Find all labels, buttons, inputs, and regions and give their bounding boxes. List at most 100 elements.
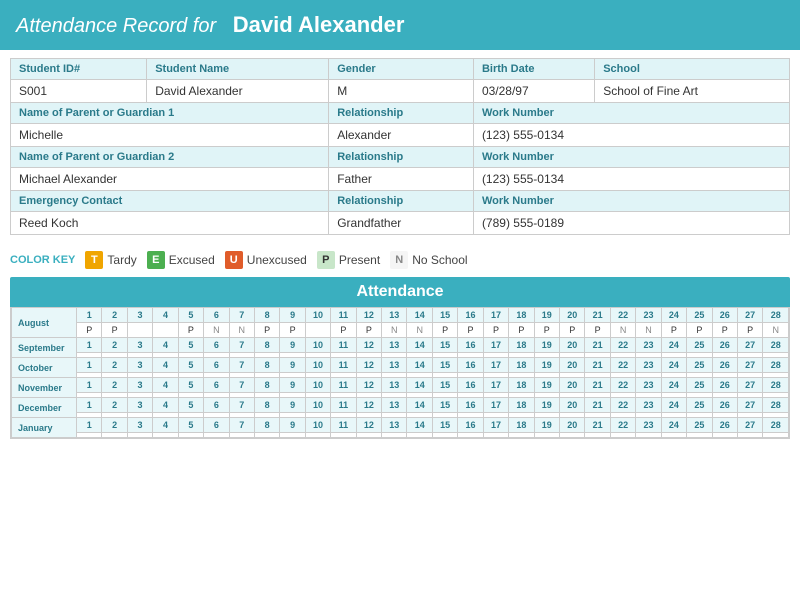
day-code-january-9	[280, 433, 305, 438]
day-num-november-4: 4	[153, 378, 178, 393]
parent2-relationship: Father	[329, 168, 474, 191]
parent2-header-row: Name of Parent or Guardian 2 Relationshi…	[11, 147, 790, 168]
day-code-august-5: P	[178, 323, 203, 338]
day-num-january-14: 14	[407, 418, 432, 433]
day-num-october-12: 12	[356, 358, 381, 373]
day-num-october-3: 3	[127, 358, 152, 373]
day-num-october-7: 7	[229, 358, 254, 373]
day-num-september-27: 27	[737, 338, 762, 353]
day-num-august-21: 21	[585, 308, 610, 323]
day-num-august-7: 7	[229, 308, 254, 323]
day-num-november-14: 14	[407, 378, 432, 393]
tardy-badge: T	[85, 251, 103, 269]
day-num-august-12: 12	[356, 308, 381, 323]
day-num-august-1: 1	[77, 308, 102, 323]
day-num-january-9: 9	[280, 418, 305, 433]
day-num-january-6: 6	[204, 418, 229, 433]
parent2-header-label: Name of Parent or Guardian 2	[11, 147, 329, 168]
day-code-january-3	[127, 433, 152, 438]
day-num-october-17: 17	[483, 358, 508, 373]
day-num-october-9: 9	[280, 358, 305, 373]
tardy-label: Tardy	[107, 253, 136, 267]
student-id: S001	[11, 80, 147, 103]
unexcused-badge: U	[225, 251, 243, 269]
key-tardy: T Tardy	[85, 251, 136, 269]
day-num-october-20: 20	[560, 358, 585, 373]
day-num-november-12: 12	[356, 378, 381, 393]
day-num-november-6: 6	[204, 378, 229, 393]
day-num-october-27: 27	[737, 358, 762, 373]
day-num-november-19: 19	[534, 378, 559, 393]
month-label-october: October	[12, 358, 77, 378]
day-num-january-16: 16	[458, 418, 483, 433]
day-code-january-12	[356, 433, 381, 438]
day-num-december-16: 16	[458, 398, 483, 413]
day-num-october-26: 26	[712, 358, 737, 373]
day-code-august-7: N	[229, 323, 254, 338]
month-label-november: November	[12, 378, 77, 398]
emergency-relationship-label: Relationship	[329, 191, 474, 212]
parent1-phone: (123) 555-0134	[473, 124, 789, 147]
day-num-october-2: 2	[102, 358, 127, 373]
day-num-december-6: 6	[204, 398, 229, 413]
day-num-december-12: 12	[356, 398, 381, 413]
day-num-december-5: 5	[178, 398, 203, 413]
day-num-november-13: 13	[382, 378, 407, 393]
day-code-august-12: P	[356, 323, 381, 338]
day-code-august-15: P	[432, 323, 457, 338]
student-name: David Alexander	[147, 80, 329, 103]
day-num-september-15: 15	[432, 338, 457, 353]
day-num-october-28: 28	[763, 358, 789, 373]
emergency-name: Reed Koch	[11, 212, 329, 235]
emergency-relationship: Grandfather	[329, 212, 474, 235]
day-code-august-14: N	[407, 323, 432, 338]
attendance-section: Attendance August12345678910111213141516…	[0, 277, 800, 449]
day-code-august-27: P	[737, 323, 762, 338]
day-num-august-19: 19	[534, 308, 559, 323]
day-code-august-11: P	[331, 323, 356, 338]
day-code-august-13: N	[382, 323, 407, 338]
day-num-december-2: 2	[102, 398, 127, 413]
day-code-january-21	[585, 433, 610, 438]
day-num-august-27: 27	[737, 308, 762, 323]
day-code-august-1: P	[77, 323, 102, 338]
day-num-january-3: 3	[127, 418, 152, 433]
day-num-november-23: 23	[636, 378, 661, 393]
day-code-january-23	[636, 433, 661, 438]
day-code-august-4: T	[153, 323, 178, 338]
day-num-december-1: 1	[77, 398, 102, 413]
col-gender: Gender	[329, 59, 474, 80]
day-code-january-1	[77, 433, 102, 438]
day-num-october-21: 21	[585, 358, 610, 373]
day-num-january-1: 1	[77, 418, 102, 433]
day-num-november-7: 7	[229, 378, 254, 393]
day-num-august-10: 10	[305, 308, 330, 323]
month-label-september: September	[12, 338, 77, 358]
day-num-september-17: 17	[483, 338, 508, 353]
month-label-december: December	[12, 398, 77, 418]
day-num-november-17: 17	[483, 378, 508, 393]
day-num-december-7: 7	[229, 398, 254, 413]
day-num-october-13: 13	[382, 358, 407, 373]
day-code-january-27	[737, 433, 762, 438]
col-student-name: Student Name	[147, 59, 329, 80]
day-code-january-6	[204, 433, 229, 438]
day-code-january-2	[102, 433, 127, 438]
day-num-august-6: 6	[204, 308, 229, 323]
day-num-august-15: 15	[432, 308, 457, 323]
emergency-phone: (789) 555-0189	[473, 212, 789, 235]
day-num-august-18: 18	[509, 308, 534, 323]
info-section: Student ID# Student Name Gender Birth Da…	[0, 50, 800, 243]
num-row-january: January123456789101112131415161718192021…	[12, 418, 789, 433]
parent1-name: Michelle	[11, 124, 329, 147]
parent1-relationship-label: Relationship	[329, 103, 474, 124]
emergency-data-row: Reed Koch Grandfather (789) 555-0189	[11, 212, 790, 235]
day-num-november-18: 18	[509, 378, 534, 393]
day-num-september-8: 8	[254, 338, 279, 353]
day-code-january-11	[331, 433, 356, 438]
month-label-august: August	[12, 308, 77, 338]
code-row-january	[12, 433, 789, 438]
day-code-january-4	[153, 433, 178, 438]
color-key: COLOR KEY T Tardy E Excused U Unexcused …	[0, 243, 800, 277]
day-num-october-8: 8	[254, 358, 279, 373]
